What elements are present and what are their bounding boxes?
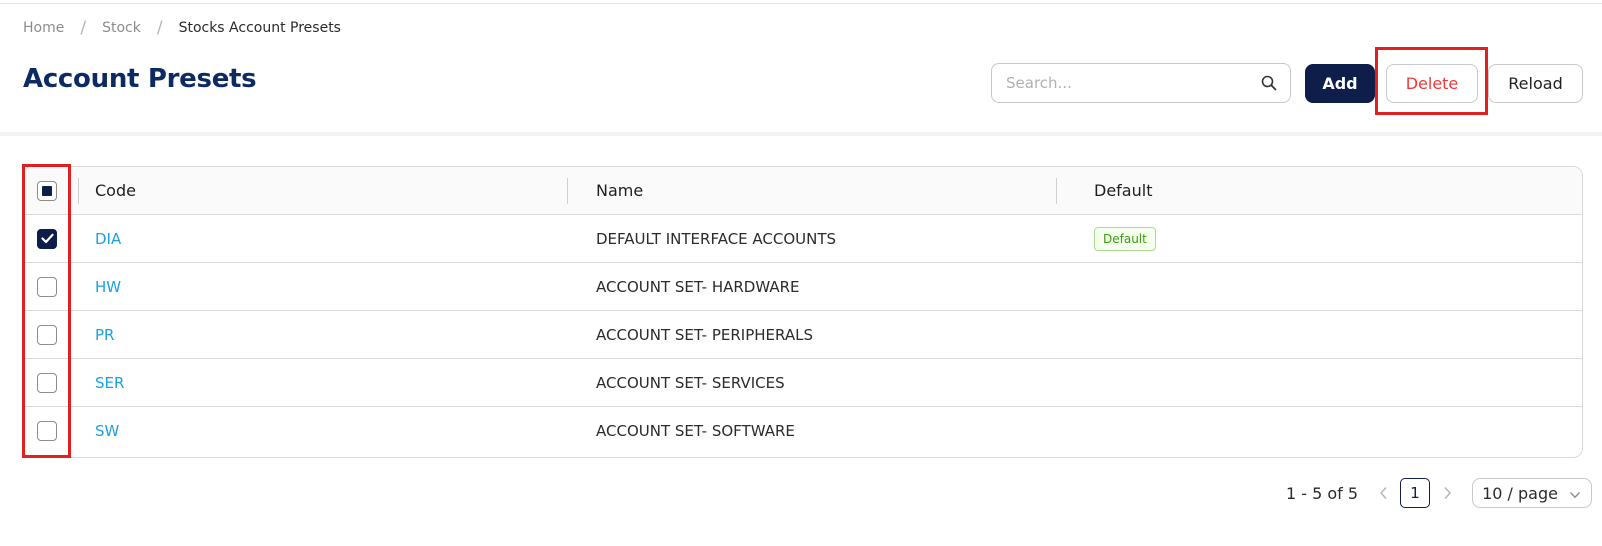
row-checkbox-cell	[23, 311, 71, 358]
code-link[interactable]: HW	[95, 278, 121, 296]
code-cell: PR	[95, 311, 114, 358]
table-row[interactable]: PR ACCOUNT SET- PERIPHERALS	[23, 311, 1582, 359]
chevron-down-icon	[1569, 484, 1581, 503]
breadcrumb: Home / Stock / Stocks Account Presets	[23, 18, 341, 38]
row-checkbox[interactable]	[37, 372, 57, 393]
name-text: ACCOUNT SET- SOFTWARE	[596, 422, 795, 440]
indeterminate-mark	[42, 185, 52, 196]
table-row[interactable]: DIA DEFAULT INTERFACE ACCOUNTS Default	[23, 215, 1582, 263]
code-link[interactable]: SER	[95, 374, 124, 392]
search-box[interactable]	[991, 63, 1291, 103]
reload-button[interactable]: Reload	[1488, 64, 1583, 103]
breadcrumb-separator: /	[156, 18, 163, 38]
page-title: Account Presets	[23, 64, 257, 94]
code-cell: DIA	[95, 215, 121, 262]
code-link[interactable]: SW	[95, 422, 119, 440]
header-checkbox-cell	[23, 167, 71, 214]
page-size-select[interactable]: 10 / page	[1472, 478, 1593, 508]
name-cell: ACCOUNT SET- HARDWARE	[596, 263, 800, 310]
name-text: DEFAULT INTERFACE ACCOUNTS	[596, 229, 837, 248]
column-separator	[567, 178, 568, 204]
page-size-value: 10 / page	[1482, 483, 1558, 503]
breadcrumb-home[interactable]: Home	[23, 20, 64, 36]
section-divider	[0, 132, 1602, 136]
account-presets-table: Code Name Default DIA DEFAULT INTERFACE …	[22, 166, 1583, 458]
row-checkbox-cell	[23, 359, 71, 406]
name-text: ACCOUNT SET- SERVICES	[596, 373, 785, 392]
table-row[interactable]: HW ACCOUNT SET- HARDWARE	[23, 263, 1582, 311]
breadcrumb-stock[interactable]: Stock	[102, 20, 141, 36]
name-cell: ACCOUNT SET- SERVICES	[596, 359, 785, 406]
name-text: ACCOUNT SET- PERIPHERALS	[596, 325, 813, 344]
pagination: 1 - 5 of 5 1 10 / page	[1286, 478, 1593, 508]
column-header-default[interactable]: Default	[1094, 167, 1152, 214]
check-icon	[40, 233, 54, 244]
delete-button[interactable]: Delete	[1386, 64, 1478, 103]
pagination-range: 1 - 5 of 5	[1286, 483, 1359, 503]
default-tag: Default	[1094, 226, 1156, 251]
column-separator	[78, 178, 79, 204]
row-checkbox-cell	[23, 407, 71, 455]
table-header-row: Code Name Default	[23, 167, 1582, 215]
select-all-checkbox[interactable]	[37, 180, 57, 201]
name-cell: ACCOUNT SET- SOFTWARE	[596, 407, 795, 455]
row-checkbox-checked[interactable]	[37, 228, 57, 249]
name-cell: DEFAULT INTERFACE ACCOUNTS	[596, 215, 836, 262]
row-checkbox-cell	[23, 263, 71, 310]
default-cell: Default	[1094, 215, 1156, 262]
column-header-code[interactable]: Code	[95, 167, 136, 214]
search-icon[interactable]	[1260, 74, 1278, 92]
add-button[interactable]: Add	[1305, 64, 1375, 103]
code-link[interactable]: DIA	[95, 230, 121, 248]
code-cell: SER	[95, 359, 124, 406]
breadcrumb-current: Stocks Account Presets	[178, 20, 341, 36]
name-text: ACCOUNT SET- HARDWARE	[596, 277, 800, 296]
search-input[interactable]	[1006, 74, 1260, 92]
code-cell: SW	[95, 407, 119, 455]
table-row[interactable]: SER ACCOUNT SET- SERVICES	[23, 359, 1582, 407]
top-divider	[0, 3, 1602, 4]
breadcrumb-separator: /	[80, 18, 87, 38]
row-checkbox-cell	[23, 215, 71, 262]
row-checkbox[interactable]	[37, 324, 57, 345]
column-separator	[1056, 178, 1057, 204]
code-link[interactable]: PR	[95, 326, 114, 344]
name-cell: ACCOUNT SET- PERIPHERALS	[596, 311, 813, 358]
page-number-current[interactable]: 1	[1400, 478, 1431, 508]
row-checkbox[interactable]	[37, 276, 57, 297]
row-checkbox[interactable]	[37, 421, 57, 441]
code-cell: HW	[95, 263, 121, 310]
column-header-name[interactable]: Name	[596, 167, 643, 214]
table-row[interactable]: SW ACCOUNT SET- SOFTWARE	[23, 407, 1582, 455]
chevron-left-icon[interactable]	[1372, 486, 1394, 500]
chevron-right-icon[interactable]	[1436, 486, 1458, 500]
